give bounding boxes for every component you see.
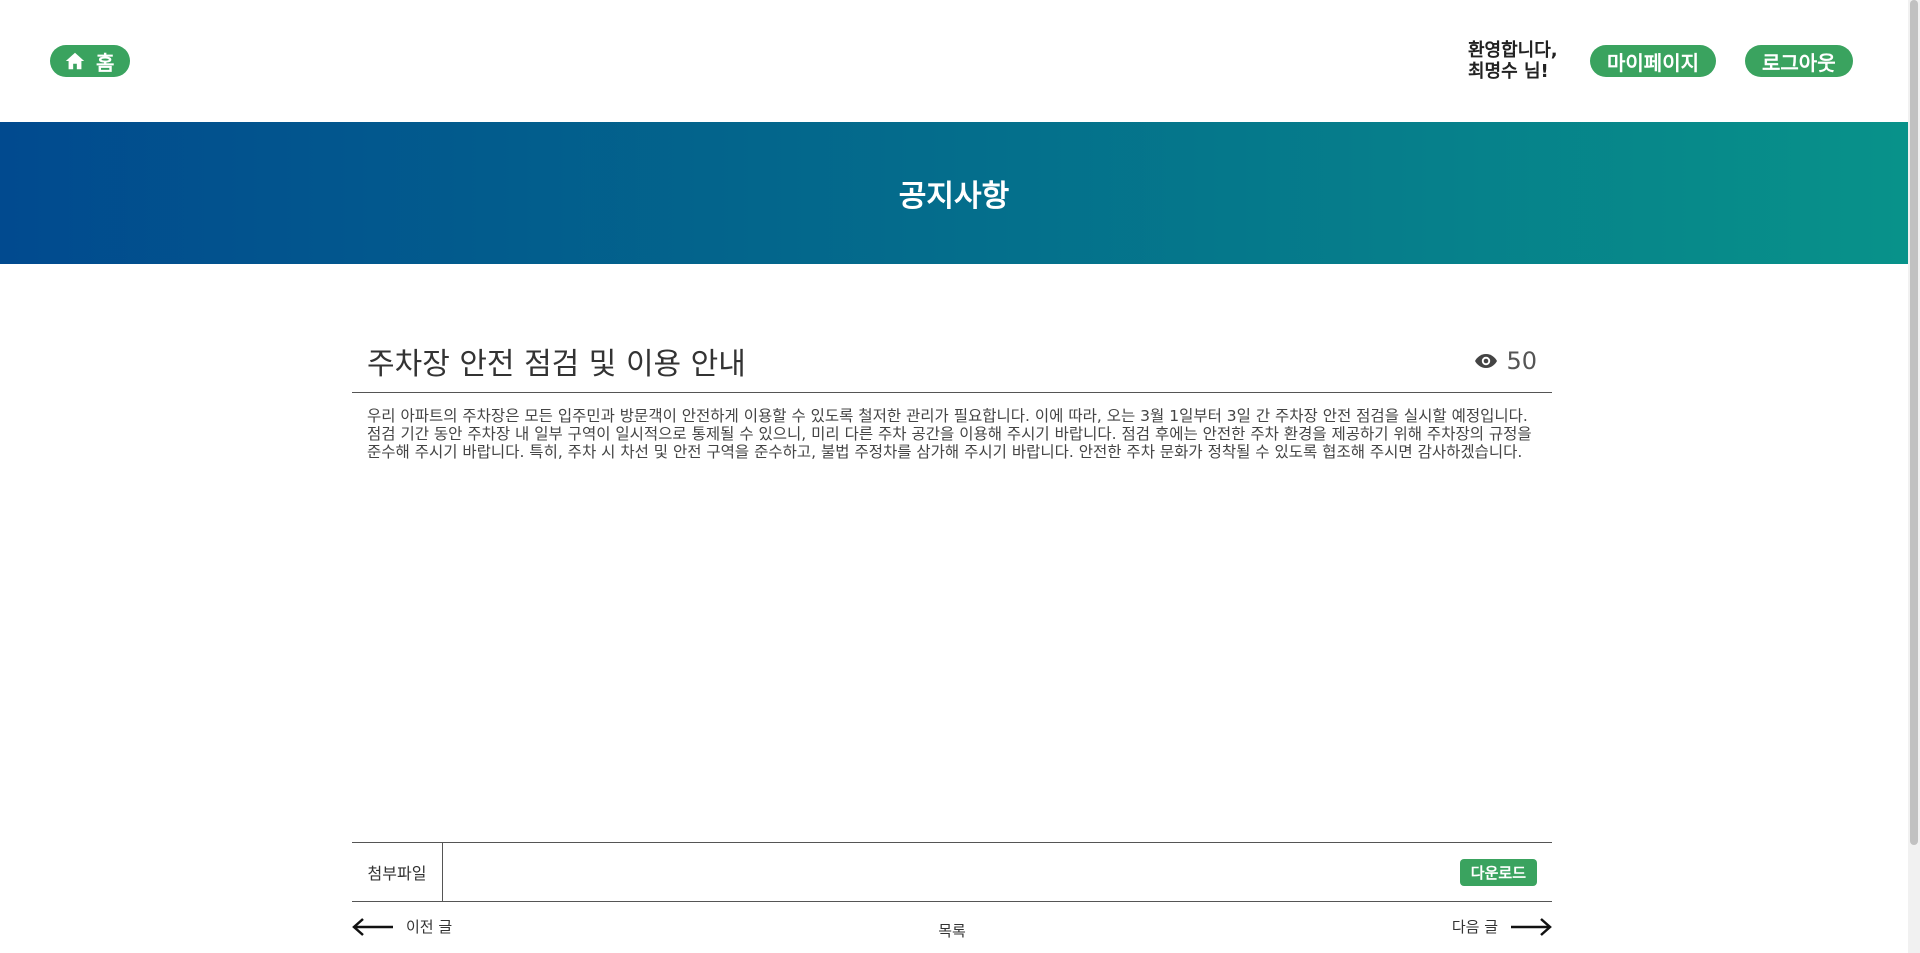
attachment-body: 다운로드 (443, 843, 1552, 901)
welcome-line-1: 환영합니다, (1468, 40, 1558, 61)
article-title: 주차장 안전 점검 및 이용 안내 (367, 347, 746, 382)
welcome-message: 환영합니다, 최명수 님! (1468, 40, 1558, 82)
post-navigation: 이전 글 목록 다음 글 (352, 916, 1552, 944)
mypage-button[interactable]: 마이페이지 (1590, 45, 1716, 77)
prev-post-label: 이전 글 (406, 918, 453, 936)
next-post-link[interactable]: 다음 글 (1452, 916, 1552, 937)
next-post-label: 다음 글 (1451, 918, 1498, 936)
arrow-right-icon (1511, 917, 1552, 936)
article-header: 주차장 안전 점검 및 이용 안내 50 (352, 330, 1552, 393)
page-banner: 공지사항 (0, 122, 1908, 264)
home-label: 홈 (96, 50, 115, 75)
view-count-value: 50 (1506, 347, 1537, 375)
top-header: 홈 환영합니다, 최명수 님! 마이페이지 로그아웃 (0, 0, 1908, 122)
eye-icon (1475, 354, 1498, 368)
arrow-left-icon (352, 917, 393, 936)
page-scrollbar[interactable] (1908, 0, 1920, 953)
prev-post-link[interactable]: 이전 글 (352, 916, 452, 937)
attachment-label: 첨부파일 (352, 843, 443, 901)
scrollbar-thumb[interactable] (1910, 0, 1918, 845)
article-content: 우리 아파트의 주차장은 모든 입주민과 방문객이 안전하게 이용할 수 있도록… (367, 407, 1532, 461)
home-icon (65, 52, 85, 70)
page-title: 공지사항 (898, 179, 1010, 214)
list-link[interactable]: 목록 (938, 920, 966, 941)
view-count: 50 (1474, 347, 1537, 375)
welcome-line-2: 최명수 님! (1468, 61, 1549, 82)
notice-article: 주차장 안전 점검 및 이용 안내 50 우리 아파트의 주차장은 모든 입주민… (352, 330, 1552, 822)
attachment-row: 첨부파일 다운로드 (352, 842, 1552, 902)
home-button[interactable]: 홈 (50, 45, 131, 77)
logout-button[interactable]: 로그아웃 (1745, 45, 1853, 77)
download-button[interactable]: 다운로드 (1459, 859, 1537, 886)
